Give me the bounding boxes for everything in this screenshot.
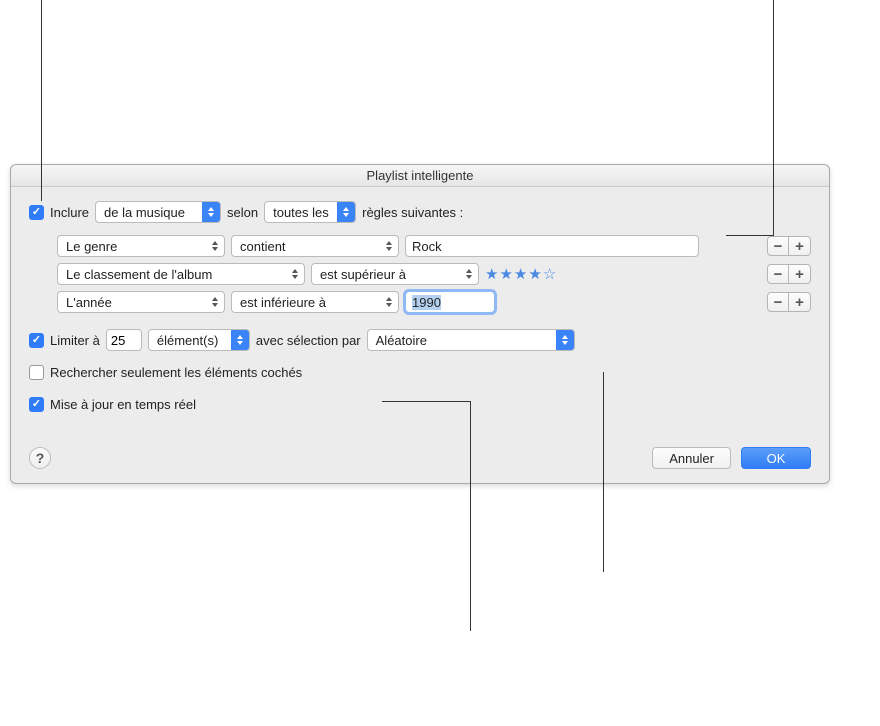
popup-arrows-icon (286, 264, 304, 284)
popup-arrows-icon (202, 202, 220, 222)
remove-rule-button[interactable]: − (767, 292, 789, 312)
dialog-footer: ? Annuler OK (11, 435, 829, 483)
popup-arrows-icon (231, 330, 249, 350)
star-icon: ★ (514, 265, 527, 283)
selon-label: selon (227, 205, 258, 220)
limit-count-input[interactable]: 25 (106, 329, 142, 351)
limit-unit-label: élément(s) (157, 333, 222, 348)
callout-line (470, 401, 471, 631)
rule-row: L'année est inférieure à 1990 − + (57, 291, 811, 313)
rule-value-input[interactable]: Rock (405, 235, 699, 257)
add-rule-button[interactable]: + (789, 236, 811, 256)
rule-attribute-label: L'année (66, 295, 116, 310)
rule-add-remove-group: − + (767, 292, 811, 312)
ok-button-label: OK (767, 451, 786, 466)
minus-icon: − (774, 239, 783, 254)
popup-arrows-icon (337, 202, 355, 222)
scope-popup[interactable]: toutes les (264, 201, 356, 223)
plus-icon: + (795, 239, 804, 254)
cancel-button-label: Annuler (669, 451, 714, 466)
rule-row: Le classement de l'album est supérieur à… (57, 263, 811, 285)
selection-popup[interactable]: Aléatoire (367, 329, 575, 351)
callout-line (773, 0, 774, 235)
include-label: Inclure (50, 205, 89, 220)
cancel-button[interactable]: Annuler (652, 447, 731, 469)
limit-count-value: 25 (111, 333, 125, 348)
only-checked-checkbox[interactable] (29, 365, 44, 380)
callout-line (41, 0, 42, 201)
add-rule-button[interactable]: + (789, 264, 811, 284)
limit-row: Limiter à 25 élément(s) avec sélection p… (29, 327, 811, 353)
ok-button[interactable]: OK (741, 447, 811, 469)
scope-popup-label: toutes les (273, 205, 333, 220)
live-update-label: Mise à jour en temps réel (50, 397, 196, 412)
selection-popup-label: Aléatoire (376, 333, 431, 348)
star-icon: ★ (499, 265, 512, 283)
live-update-row: Mise à jour en temps réel (29, 391, 811, 417)
rule-value-text: Rock (412, 239, 442, 254)
star-empty-icon: ☆ (543, 265, 556, 283)
limit-label: Limiter à (50, 333, 100, 348)
rule-attribute-popup[interactable]: Le genre (57, 235, 225, 257)
rule-value-text: 1990 (412, 295, 441, 310)
live-update-checkbox[interactable] (29, 397, 44, 412)
remove-rule-button[interactable]: − (767, 236, 789, 256)
rule-operator-popup[interactable]: est supérieur à (311, 263, 479, 285)
media-popup-label: de la musique (104, 205, 189, 220)
minus-icon: − (774, 267, 783, 282)
rule-attribute-label: Le genre (66, 239, 121, 254)
rules-suffix-label: règles suivantes : (362, 205, 463, 220)
add-rule-button[interactable]: + (789, 292, 811, 312)
include-row: Inclure de la musique selon toutes les r… (29, 199, 811, 225)
star-icon: ★ (485, 265, 498, 283)
popup-arrows-icon (380, 292, 398, 312)
help-icon: ? (36, 450, 45, 466)
rule-attribute-popup[interactable]: L'année (57, 291, 225, 313)
selection-by-label: avec sélection par (256, 333, 361, 348)
limit-checkbox[interactable] (29, 333, 44, 348)
rule-value-input[interactable]: 1990 (405, 291, 495, 313)
only-checked-row: Rechercher seulement les éléments cochés (29, 359, 811, 385)
include-checkbox[interactable] (29, 205, 44, 220)
help-button[interactable]: ? (29, 447, 51, 469)
remove-rule-button[interactable]: − (767, 264, 789, 284)
plus-icon: + (795, 295, 804, 310)
smart-playlist-dialog: Playlist intelligente Inclure de la musi… (10, 164, 830, 484)
callout-line (603, 372, 604, 572)
rule-operator-popup[interactable]: est inférieure à (231, 291, 399, 313)
rule-operator-popup[interactable]: contient (231, 235, 399, 257)
rule-operator-label: est inférieure à (240, 295, 330, 310)
popup-arrows-icon (380, 236, 398, 256)
rating-control[interactable]: ★ ★ ★ ★ ☆ (485, 265, 556, 283)
callout-line (382, 401, 471, 402)
callout-line (726, 235, 774, 236)
rule-add-remove-group: − + (767, 236, 811, 256)
dialog-content: Inclure de la musique selon toutes les r… (11, 187, 829, 435)
window-title: Playlist intelligente (11, 165, 829, 187)
rules-block: Le genre contient Rock − + (57, 235, 811, 313)
popup-arrows-icon (206, 292, 224, 312)
rule-attribute-popup[interactable]: Le classement de l'album (57, 263, 305, 285)
rule-operator-label: contient (240, 239, 290, 254)
popup-arrows-icon (206, 236, 224, 256)
limit-unit-popup[interactable]: élément(s) (148, 329, 250, 351)
only-checked-label: Rechercher seulement les éléments cochés (50, 365, 302, 380)
star-icon: ★ (528, 265, 541, 283)
rule-attribute-label: Le classement de l'album (66, 267, 216, 282)
plus-icon: + (795, 267, 804, 282)
popup-arrows-icon (556, 330, 574, 350)
rule-operator-label: est supérieur à (320, 267, 410, 282)
rule-add-remove-group: − + (767, 264, 811, 284)
popup-arrows-icon (460, 264, 478, 284)
rule-row: Le genre contient Rock − + (57, 235, 811, 257)
media-popup[interactable]: de la musique (95, 201, 221, 223)
minus-icon: − (774, 295, 783, 310)
